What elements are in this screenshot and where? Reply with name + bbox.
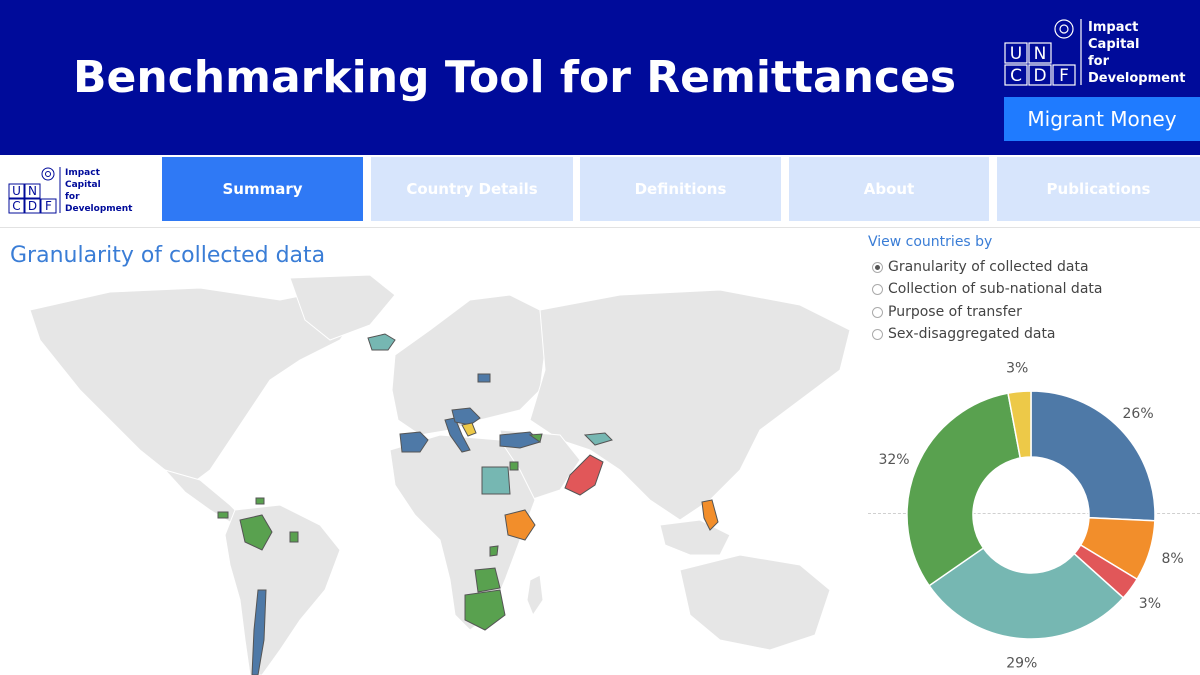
- logo-line-3: for: [1088, 54, 1110, 69]
- radio-selected-icon[interactable]: [872, 261, 883, 273]
- small-logo-line-4: Development: [65, 204, 133, 214]
- radio-purpose[interactable]: Purpose of transfer: [872, 302, 1022, 322]
- radio-sex-disaggregated[interactable]: Sex-disaggregated data: [872, 324, 1056, 344]
- map-country-somalia: [489, 545, 499, 557]
- logo-line-2: Capital: [1088, 37, 1140, 52]
- logo-letter-n: N: [1034, 44, 1047, 64]
- world-map[interactable]: [0, 270, 860, 675]
- donut-label-4: 32%: [878, 452, 909, 468]
- map-country-ethiopia: [504, 509, 536, 541]
- small-logo-letter-n: N: [28, 184, 37, 198]
- radio-label: Collection of sub-national data: [888, 281, 1103, 297]
- filter-title: View countries by: [868, 234, 993, 250]
- logo-letter-d: D: [1033, 66, 1046, 86]
- content-divider: [0, 227, 1200, 228]
- donut-chart[interactable]: 26% 8% 3% 29% 32% 3%: [868, 360, 1200, 675]
- radio-granularity[interactable]: Granularity of collected data: [872, 257, 1089, 277]
- map-country-bosnia: [461, 422, 477, 437]
- map-land-australia: [679, 554, 831, 651]
- map-land-madagascar: [526, 574, 544, 617]
- donut-label-1: 8%: [1161, 551, 1183, 567]
- radio-unselected-icon[interactable]: [872, 283, 883, 295]
- logo-letter-c: C: [1010, 66, 1022, 86]
- radio-label: Purpose of transfer: [888, 304, 1022, 320]
- map-country-jordan: [509, 461, 519, 471]
- tab-publications[interactable]: Publications: [997, 157, 1200, 221]
- small-logo-letter-d: D: [28, 199, 37, 213]
- map-country-guyana: [289, 531, 299, 543]
- small-logo-letter-f: F: [45, 199, 52, 213]
- radio-unselected-icon[interactable]: [872, 328, 883, 340]
- radio-label: Sex-disaggregated data: [888, 326, 1056, 342]
- small-logo-letter-u: U: [12, 184, 21, 198]
- section-title: Granularity of collected data: [10, 243, 326, 268]
- donut-label-0: 26%: [1123, 406, 1154, 422]
- radio-sub-national[interactable]: Collection of sub-national data: [872, 279, 1102, 299]
- donut-label-3: 29%: [1006, 656, 1037, 672]
- logo-letter-f: F: [1059, 66, 1069, 86]
- logo-line-4: Development: [1088, 71, 1185, 86]
- radio-unselected-icon[interactable]: [872, 306, 883, 318]
- logo-letter-u: U: [1010, 44, 1022, 64]
- map-country-zimbabwe: [474, 567, 501, 593]
- small-logo-line-3: for: [65, 192, 80, 202]
- tab-about[interactable]: About: [789, 157, 989, 221]
- tab-summary[interactable]: Summary: [162, 157, 363, 221]
- map-country-latvia: [477, 373, 491, 383]
- donut-slice-4[interactable]: [906, 392, 1022, 587]
- map-land-southeast-asia: [659, 519, 731, 556]
- tab-definitions[interactable]: Definitions: [580, 157, 781, 221]
- tab-country-details[interactable]: Country Details: [371, 157, 573, 221]
- map-country-egypt: [481, 466, 511, 495]
- map-country-el-salvador: [217, 511, 229, 519]
- map-country-jamaica: [255, 497, 265, 505]
- donut-label-5: 3%: [1006, 361, 1028, 377]
- logo-line-1: Impact: [1088, 20, 1138, 35]
- uncdf-logo: U N C D F Impact Capital for Development: [1004, 19, 1185, 86]
- uncdf-logo-small[interactable]: U N C D F Impact Capital for Development: [5, 164, 155, 216]
- donut-label-2: 3%: [1139, 596, 1161, 612]
- radio-label: Granularity of collected data: [888, 259, 1089, 275]
- small-logo-line-2: Capital: [65, 180, 101, 190]
- small-logo-letter-c: C: [12, 199, 20, 213]
- small-logo-line-1: Impact: [65, 168, 101, 178]
- migrant-money-badge: Migrant Money: [1004, 97, 1200, 141]
- map-country-iceland: [367, 333, 396, 351]
- page-title: Benchmarking Tool for Remittances: [73, 52, 957, 103]
